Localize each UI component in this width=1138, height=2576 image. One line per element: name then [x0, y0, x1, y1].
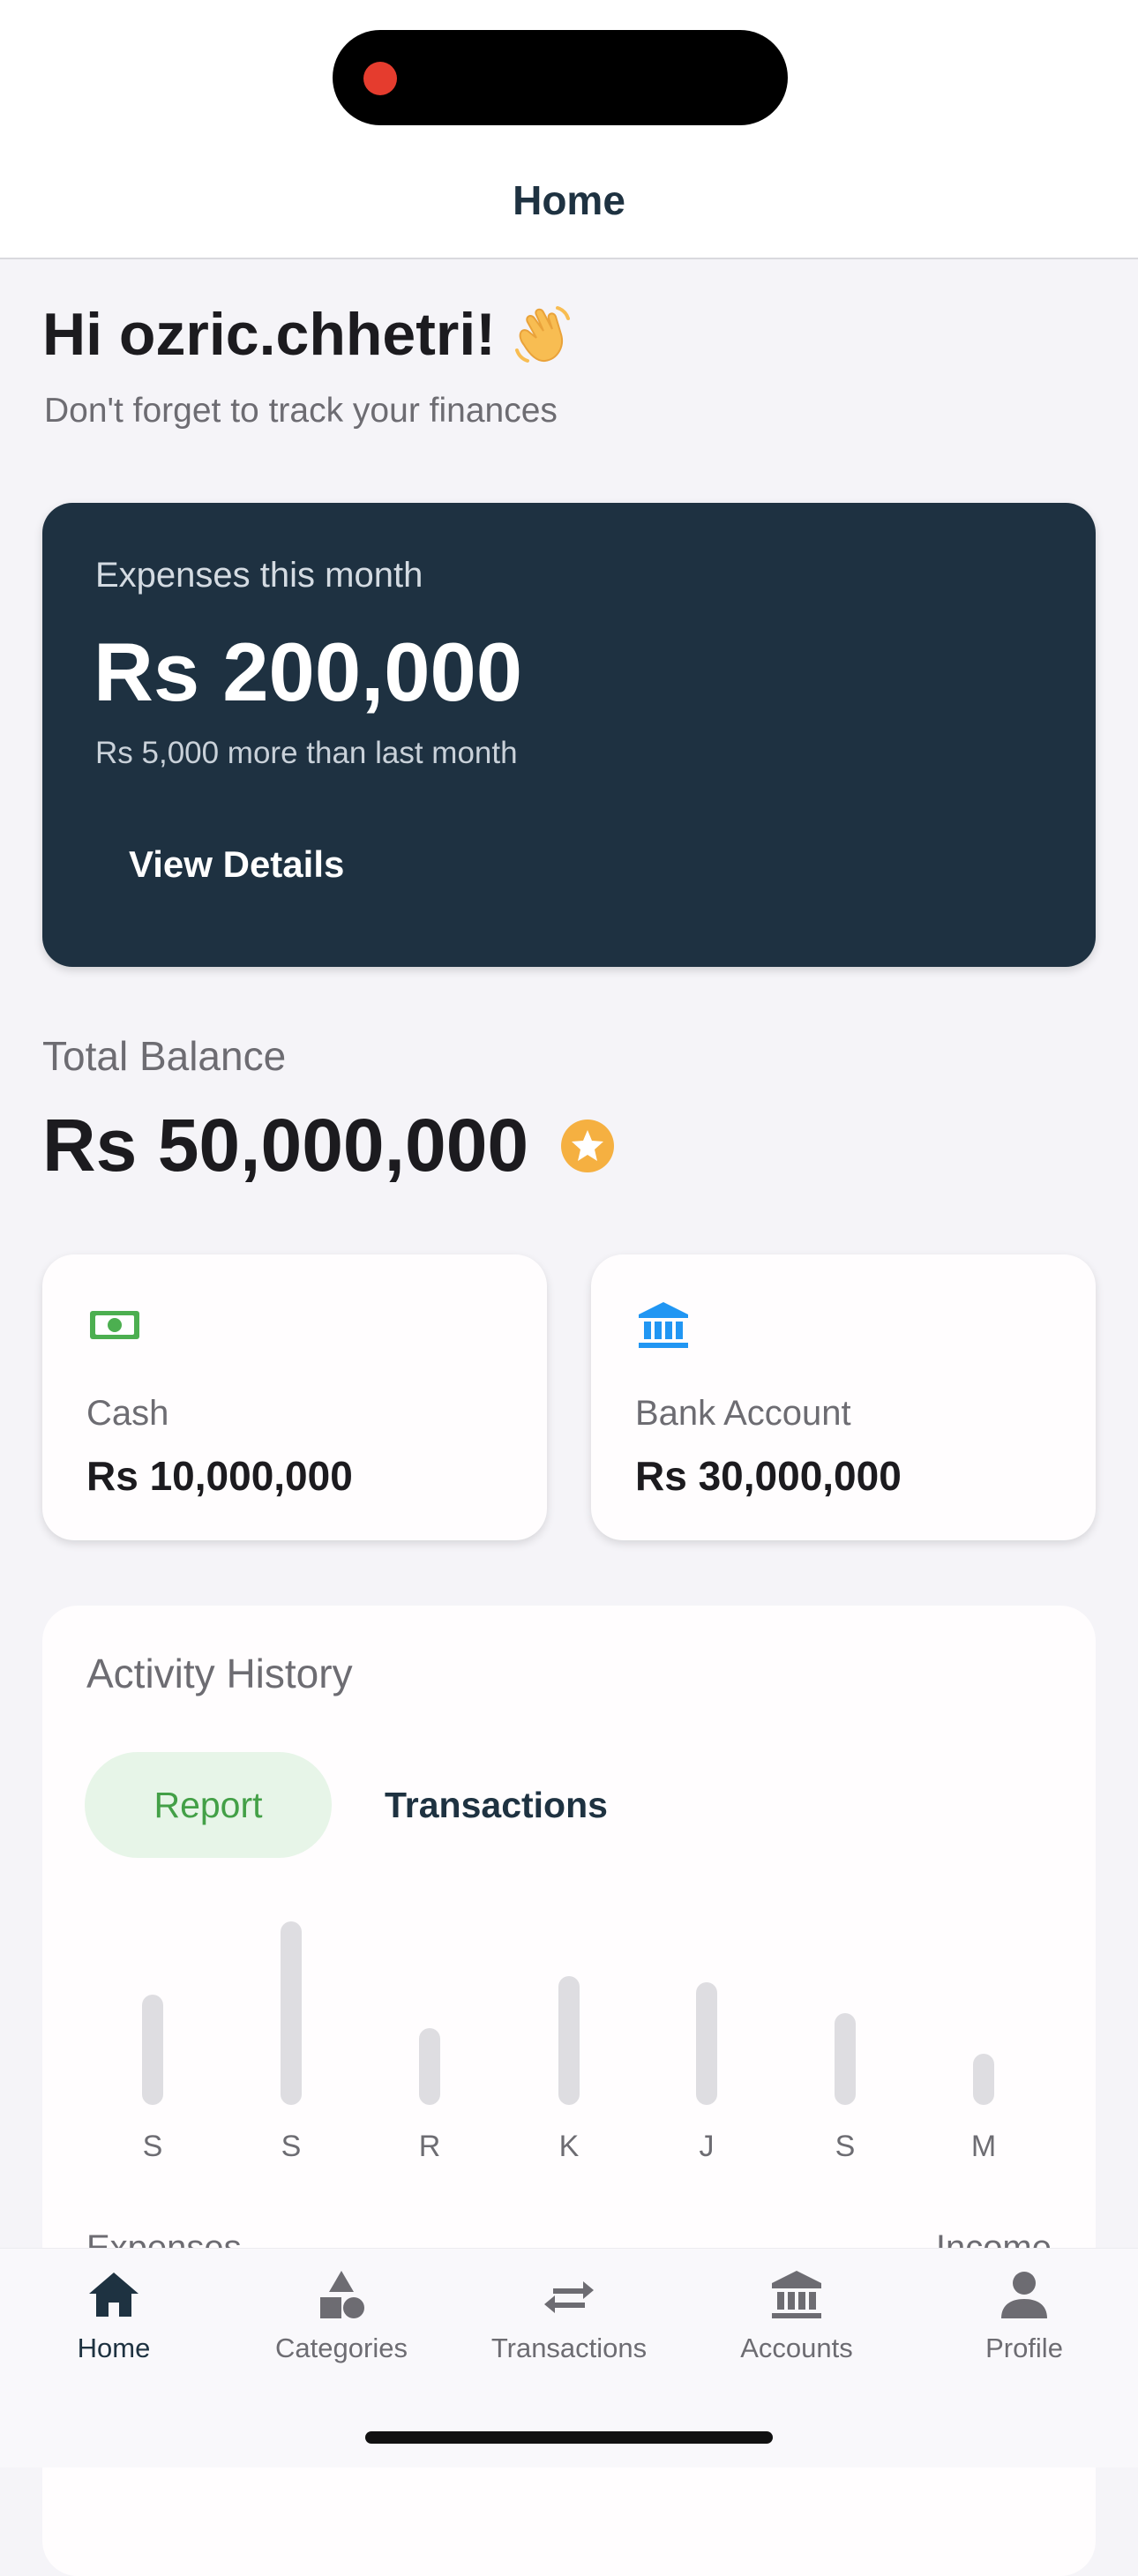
page-title: Home: [513, 177, 625, 223]
chart-day-label: S: [142, 2130, 163, 2163]
home-indicator: [365, 2431, 773, 2444]
recording-indicator: [363, 62, 397, 95]
nav-categories[interactable]: Categories: [228, 2267, 455, 2373]
bank-icon: [772, 2271, 821, 2318]
cash-icon: [90, 1311, 139, 1339]
chart-day-label: K: [558, 2130, 580, 2163]
chart-bar: [835, 2013, 856, 2105]
nav-label: Home: [77, 2333, 151, 2363]
chart-day-label: S: [835, 2130, 856, 2163]
expenses-label: Expenses this month: [95, 556, 423, 595]
account-amount: Rs 30,000,000: [635, 1453, 902, 1499]
chart-bar: [558, 1976, 580, 2105]
categories-icon: [320, 2271, 364, 2318]
chart-bar: [419, 2028, 440, 2105]
account-label: Cash: [86, 1394, 169, 1433]
account-label: Bank Account: [635, 1394, 851, 1433]
bank-account-card[interactable]: Bank Account Rs 30,000,000: [591, 1254, 1096, 1540]
tab-report[interactable]: Report: [85, 1752, 332, 1858]
chart-bar: [696, 1982, 717, 2105]
chart-bar: [973, 2054, 994, 2105]
view-details-button[interactable]: View Details: [95, 829, 378, 900]
home-icon: [89, 2273, 139, 2317]
chart-bar: [281, 1921, 302, 2105]
nav-label: Accounts: [740, 2333, 853, 2363]
dynamic-island: [333, 30, 788, 125]
transfer-arrows-icon: [544, 2281, 594, 2313]
nav-label: Transactions: [490, 2333, 648, 2363]
activity-title: Activity History: [86, 1651, 353, 1696]
cash-account-card[interactable]: Cash Rs 10,000,000: [42, 1254, 547, 1540]
nav-accounts[interactable]: Accounts: [683, 2267, 910, 2373]
person-icon: [1001, 2272, 1047, 2318]
total-balance: Rs 50,000,000: [42, 1103, 615, 1188]
waving-hand-icon: [514, 306, 570, 363]
chart-day-label: R: [418, 2130, 441, 2163]
chart-day-label: J: [699, 2130, 715, 2163]
bank-icon: [639, 1302, 688, 1348]
nav-home[interactable]: Home: [0, 2267, 228, 2373]
tab-transactions[interactable]: Transactions: [385, 1752, 608, 1858]
total-balance-amount: Rs 50,000,000: [42, 1104, 529, 1187]
account-amount: Rs 10,000,000: [86, 1453, 353, 1499]
nav-label: Profile: [985, 2333, 1063, 2363]
nav-transactions[interactable]: Transactions: [455, 2267, 683, 2373]
chart-day-label: S: [281, 2130, 302, 2163]
chart-day-label: M: [970, 2130, 997, 2163]
total-balance-label: Total Balance: [42, 1033, 287, 1079]
greeting-title: Hi ozric.chhetri!: [42, 301, 496, 368]
nav-label: Categories: [275, 2333, 408, 2363]
expenses-amount: Rs 200,000: [94, 625, 523, 718]
expenses-comparison: Rs 5,000 more than last month: [95, 736, 518, 770]
nav-profile[interactable]: Profile: [910, 2267, 1138, 2373]
greeting-subtitle: Don't forget to track your finances: [44, 392, 558, 430]
greeting: Hi ozric.chhetri!: [42, 300, 575, 369]
star-badge-icon[interactable]: [560, 1119, 615, 1173]
chart-bar: [142, 1995, 163, 2105]
